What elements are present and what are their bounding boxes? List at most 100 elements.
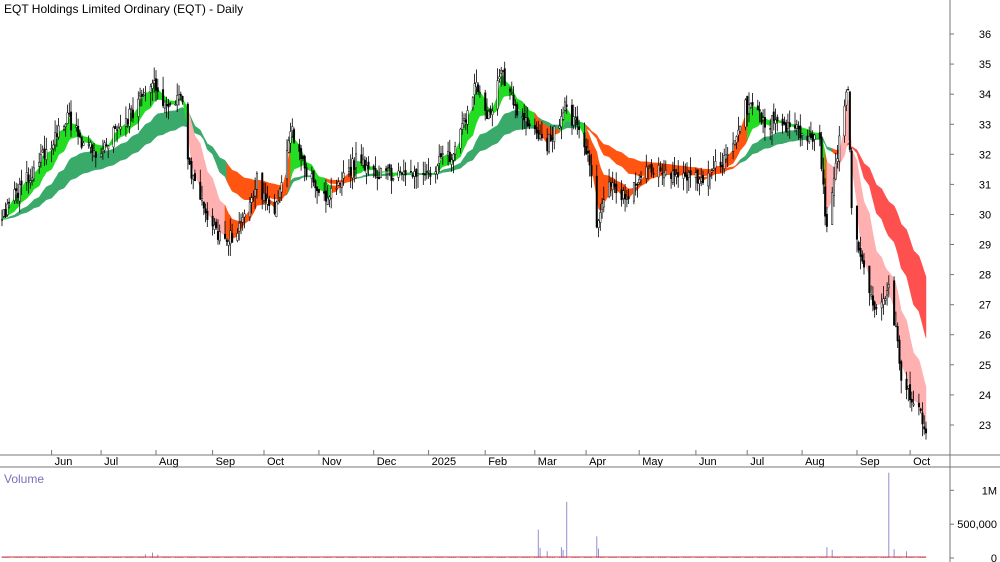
candle-body [682,173,685,179]
candle-body [32,167,35,180]
candle-body [310,173,313,179]
candle-body [13,189,16,201]
candle-body [583,132,586,148]
candle-body [434,171,437,175]
candle-body [376,176,379,179]
candle-body [834,162,837,180]
candle-body [806,135,809,142]
candle-body [501,70,504,72]
candle-body [636,184,639,186]
candle-body [645,166,648,179]
candle-body [199,181,202,200]
candle-body [781,118,784,126]
candle-body [733,140,736,145]
candle-body [190,161,193,179]
candle-body [179,93,182,97]
price-chart: 23 24 25 26 27 28 29 30 31 32 33 34 35 36 0 500,000 1M Ju… [0,0,1000,562]
candle-body [130,108,133,110]
candle-body [799,125,802,139]
candle-body [489,108,492,113]
candle-body [87,144,90,146]
candle-body [404,170,407,176]
candle-body [794,125,797,129]
candle-body [107,145,110,150]
candle-body [735,136,738,143]
candle-body [539,134,542,140]
candle-body [300,148,303,159]
candle-body [153,80,156,84]
candle-body [739,126,742,132]
candle-body [887,284,890,289]
candle-body [850,150,853,208]
candle-body [919,408,922,411]
candle-body [62,126,65,130]
candle-body [68,113,71,115]
date-tick-label: Jun [55,456,73,468]
candle-body [689,170,692,176]
candle-body [252,196,255,198]
candle-body [362,158,365,166]
candle-body [64,123,67,128]
candle-body [236,233,239,241]
candle-body [193,173,196,182]
candle-body [647,168,650,170]
candle-body [721,165,724,168]
volume-tick-label: 1M [982,485,997,497]
candle-body [355,153,358,169]
candle-body [622,190,625,199]
candle-body [239,221,242,223]
candle-body [6,203,9,216]
candle-body [388,164,391,169]
candle-body [484,92,487,111]
candle-body [744,99,747,128]
candle-body [163,101,166,109]
candle-body [843,105,846,137]
candle-body [459,128,462,149]
candle-body [50,148,53,151]
candle-body [264,193,267,201]
candle-body [565,104,568,108]
candle-body [588,154,591,166]
candle-body [305,167,308,177]
candle-body [323,191,326,194]
candle-body [560,116,563,128]
candle-body [291,126,294,131]
candle-body [523,112,526,121]
candle-body [94,151,97,158]
candle-body [578,126,581,130]
candle-body [204,208,207,214]
candle-body [448,151,451,162]
candle-body [144,92,147,94]
candle-body [909,384,912,401]
candle-body [921,412,924,425]
candle-body [624,194,627,200]
candle-body [871,295,874,306]
candle-body [500,69,503,74]
candle-body [597,220,600,228]
candle-body [156,87,159,92]
candle-body [797,125,800,130]
date-tick-label: Oct [913,456,930,468]
candle-body [912,403,915,406]
candle-body [401,172,404,175]
candle-body [756,105,759,111]
candle-body [342,172,345,179]
candle-body [880,301,883,309]
candle-body [698,178,701,184]
candle-body [273,201,276,214]
candle-body [466,110,469,125]
candle-body [873,301,876,310]
candle-body [652,173,655,175]
chart-title: EQT Holdings Limited Ordinary (EQT) - Da… [4,2,243,16]
candle-body [454,146,457,155]
candle-body [303,155,306,169]
candle-body [509,88,512,92]
candle-body [664,169,667,175]
price-tick-label: 23 [979,420,991,432]
candle-body [694,172,697,178]
candle-body [18,184,21,202]
candle-body [524,117,527,123]
candle-body [178,94,181,100]
candle-body [280,182,283,193]
candle-body [510,92,513,94]
